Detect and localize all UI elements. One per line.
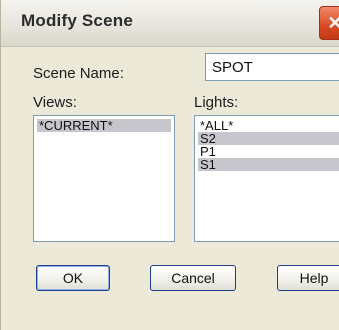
close-icon: ✕ bbox=[327, 12, 339, 33]
help-button[interactable]: Help bbox=[277, 265, 339, 291]
ok-button[interactable]: OK bbox=[36, 265, 110, 291]
dialog-title: Modify Scene bbox=[21, 11, 133, 30]
title-bar[interactable]: Modify Scene ✕ bbox=[1, 0, 339, 47]
modify-scene-dialog: Modify Scene ✕ Scene Name: Views: *CURRE… bbox=[0, 0, 339, 330]
cancel-button[interactable]: Cancel bbox=[150, 265, 236, 291]
lights-list-item-s2[interactable]: S2 bbox=[198, 132, 339, 145]
lights-listbox[interactable]: *ALL* S2 P1 S1 bbox=[194, 115, 339, 242]
scene-name-input[interactable] bbox=[205, 53, 339, 81]
lights-list-item-all[interactable]: *ALL* bbox=[198, 119, 339, 132]
views-listbox[interactable]: *CURRENT* bbox=[33, 115, 175, 242]
close-button[interactable]: ✕ bbox=[319, 6, 339, 40]
lights-list-item-s1[interactable]: S1 bbox=[198, 158, 339, 171]
views-list-item[interactable]: *CURRENT* bbox=[37, 119, 171, 132]
lights-list-item-p1[interactable]: P1 bbox=[198, 145, 339, 158]
scene-name-label: Scene Name: bbox=[33, 65, 124, 82]
lights-label: Lights: bbox=[194, 94, 239, 111]
views-label: Views: bbox=[33, 94, 77, 111]
